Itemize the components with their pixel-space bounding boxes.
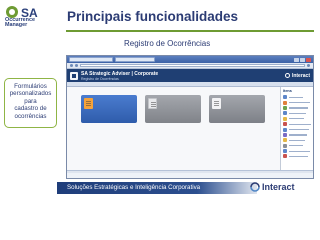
page-icon xyxy=(283,95,287,100)
folder-icon xyxy=(283,116,287,121)
app-logo-icon xyxy=(70,71,78,80)
calendar-icon xyxy=(283,111,287,116)
mail-icon xyxy=(283,132,287,137)
status-bar xyxy=(67,170,313,173)
window-controls xyxy=(294,57,311,62)
sidebar-item-label xyxy=(289,150,310,152)
section-title: Registro de Ocorrências xyxy=(124,39,211,48)
feature-cards xyxy=(81,95,265,123)
interact-mark-icon xyxy=(250,182,260,192)
star-icon xyxy=(283,138,287,143)
close-icon[interactable] xyxy=(306,57,311,62)
feature-card[interactable] xyxy=(81,95,137,123)
app-screenshot: SA Strategic Adviser | Corporate Registr… xyxy=(66,55,314,179)
callout-line: personalizados para xyxy=(9,90,52,105)
users-icon xyxy=(283,105,287,110)
help-icon xyxy=(283,149,287,154)
browser-tab[interactable] xyxy=(69,57,113,62)
forward-icon[interactable] xyxy=(75,64,78,67)
sidebar-item-label xyxy=(289,96,303,98)
document-icon xyxy=(212,98,221,109)
sidebar-item-label xyxy=(289,112,306,114)
exit-icon xyxy=(283,154,287,159)
sidebar-heading: Itens xyxy=(283,89,292,93)
minimize-icon[interactable] xyxy=(294,57,299,62)
chart-icon xyxy=(283,100,287,105)
feature-callout: Formulários personalizados para cadastro… xyxy=(4,78,57,128)
feature-card[interactable] xyxy=(145,95,201,123)
title-divider xyxy=(66,30,314,32)
sidebar-item-label xyxy=(289,101,310,104)
sidebar-item-label xyxy=(289,155,308,158)
interact-logo: Interact xyxy=(250,182,295,192)
interact-logo-icon xyxy=(285,73,291,78)
sidebar-list xyxy=(283,95,311,160)
feature-card[interactable] xyxy=(209,95,265,123)
sidebar-item-label xyxy=(289,139,305,141)
app-brand-name: Interact xyxy=(291,72,310,79)
sidebar-item[interactable] xyxy=(283,154,311,159)
refresh-icon[interactable] xyxy=(307,64,310,67)
sidebar-item-label xyxy=(289,128,309,131)
list-icon xyxy=(283,122,287,127)
gear-icon xyxy=(283,143,287,148)
logo-subtitle-line: Manager xyxy=(5,22,28,28)
app-body: Itens xyxy=(67,87,313,173)
callout-line: ocorrências xyxy=(14,112,47,120)
browser-tab[interactable] xyxy=(114,57,155,62)
sidebar-item-label xyxy=(289,107,308,109)
footer-text: Soluções Estratégicas e Inteligência Cor… xyxy=(67,184,201,191)
app-header: SA Strategic Adviser | Corporate Registr… xyxy=(67,69,313,82)
maximize-icon[interactable] xyxy=(300,57,305,62)
back-icon[interactable] xyxy=(70,64,73,67)
sidebar-item-label xyxy=(289,145,303,147)
app-sidebar: Itens xyxy=(280,87,313,173)
app-content xyxy=(67,87,281,173)
sidebar-item-label xyxy=(289,123,311,125)
doc-icon xyxy=(283,127,287,132)
callout-line: cadastro de xyxy=(14,105,47,113)
app-subtitle: Registro de Ocorrências xyxy=(81,76,119,81)
address-bar[interactable] xyxy=(80,63,305,68)
form-icon xyxy=(84,98,93,109)
sidebar-item-label xyxy=(289,134,307,136)
interact-brand-text: Interact xyxy=(262,182,295,192)
app-brand: Interact xyxy=(285,73,310,79)
logo-subtitle: Occurrence Manager xyxy=(5,17,53,28)
slide-title: Principais funcionalidades xyxy=(67,9,239,24)
browser-titlebar xyxy=(67,56,313,63)
report-icon xyxy=(148,98,157,109)
sidebar-item-label xyxy=(289,118,304,120)
callout-line: Formulários xyxy=(14,83,47,90)
